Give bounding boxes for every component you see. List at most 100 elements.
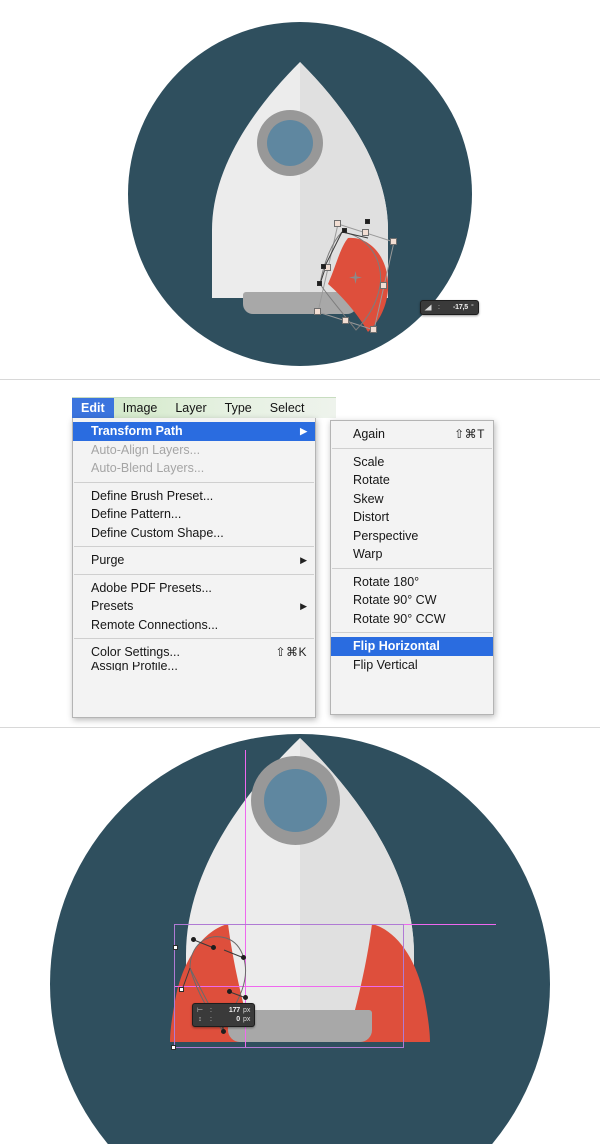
- menu-item-label: Perspective: [353, 528, 419, 543]
- menu-item-remote-connections[interactable]: Remote Connections...: [73, 616, 315, 635]
- transform-handle-t[interactable]: [362, 229, 369, 236]
- edit-dropdown-menu: Transform Path ▶ Auto-Align Layers... Auto-…: [72, 418, 316, 718]
- menu-item-define-brush-preset[interactable]: Define Brush Preset...: [73, 487, 315, 506]
- menu-item-label: Rotate 90° CW: [353, 593, 437, 608]
- menu-item-label: Flip Horizontal: [353, 639, 440, 654]
- delta-y-separator: :: [210, 1016, 212, 1023]
- path-anchor-point[interactable]: [321, 264, 326, 269]
- menu-item-label: Transform Path: [91, 424, 183, 439]
- angle-icon: [424, 304, 432, 311]
- menu-item-label: Define Pattern...: [91, 507, 182, 522]
- menu-item-rotate-90-cw[interactable]: Rotate 90° CW: [331, 591, 493, 610]
- path-anchor-point[interactable]: [173, 945, 178, 950]
- menu-item-label: Distort: [353, 510, 390, 525]
- menu-item-assign-profile[interactable]: Assign Profile...: [73, 662, 315, 671]
- menu-item-label: Skew: [353, 491, 384, 506]
- menu-item-label: Assign Profile...: [91, 661, 178, 671]
- menu-item-label: Auto-Blend Layers...: [91, 461, 205, 476]
- menu-separator: [74, 573, 314, 575]
- panel-rocket-flipped: ⊢ : 177 px ↕ : 0 px: [0, 728, 600, 1144]
- path-anchor-point[interactable]: [211, 945, 216, 950]
- delta-x-icon: ⊢: [196, 1007, 204, 1014]
- path-anchor-point[interactable]: [241, 955, 246, 960]
- menubar-item-label: Layer: [175, 401, 207, 415]
- menubar-item-image[interactable]: Image: [114, 398, 167, 418]
- delta-y-value: 0: [236, 1016, 240, 1023]
- chevron-right-icon: ▶: [300, 600, 307, 611]
- menu-item-again[interactable]: Again ⇧⌘T: [331, 425, 493, 444]
- delta-x-value: 177: [228, 1007, 240, 1014]
- menu-item-label: Again: [353, 427, 385, 442]
- menubar-item-label: Image: [122, 401, 158, 415]
- menu-item-label: Adobe PDF Presets...: [91, 580, 212, 595]
- menu-item-label: Rotate 90° CCW: [353, 611, 446, 626]
- panel-rocket-rotating: : -17,5 °: [0, 0, 600, 380]
- menu-item-label: Remote Connections...: [91, 617, 219, 632]
- path-anchor-point[interactable]: [317, 281, 322, 286]
- menu-item-label: Color Settings...: [91, 645, 180, 660]
- delta-y-icon: ↕: [198, 1016, 202, 1023]
- menu-item-define-custom-shape[interactable]: Define Custom Shape...: [73, 524, 315, 543]
- menu-item-auto-align-layers: Auto-Align Layers...: [73, 441, 315, 460]
- angle-unit: °: [471, 304, 474, 311]
- menu-item-rotate-180[interactable]: Rotate 180°: [331, 573, 493, 592]
- menubar-item-label: Type: [224, 401, 252, 415]
- menu-item-perspective[interactable]: Perspective: [331, 527, 493, 546]
- menu-separator: [74, 638, 314, 639]
- menu-item-label: Auto-Align Layers...: [91, 442, 201, 457]
- menu-item-transform-path[interactable]: Transform Path ▶: [73, 422, 315, 441]
- menu-item-rotate-90-ccw[interactable]: Rotate 90° CCW: [331, 610, 493, 629]
- transform-handle-r[interactable]: [380, 282, 387, 289]
- menu-item-purge[interactable]: Purge ▶: [73, 551, 315, 570]
- menu-item-skew[interactable]: Skew: [331, 490, 493, 509]
- menu-item-label: Presets: [91, 599, 134, 614]
- transform-path-submenu: Again ⇧⌘T Scale Rotate Skew Distort Perspectiv…: [330, 420, 494, 715]
- path-anchor-point[interactable]: [227, 989, 232, 994]
- transform-handle-br[interactable]: [370, 326, 377, 333]
- flipped-path-anchors: [168, 920, 278, 1050]
- delta-tooltip: ⊢ : 177 px ↕ : 0 px: [192, 1003, 256, 1027]
- menu-item-label: Define Custom Shape...: [91, 525, 224, 540]
- path-anchor-point[interactable]: [171, 1045, 176, 1050]
- transform-handle-tl[interactable]: [334, 220, 341, 227]
- menu-item-label: Purge: [91, 553, 125, 568]
- menubar-item-edit[interactable]: Edit: [72, 398, 114, 418]
- menu-item-adobe-pdf-presets[interactable]: Adobe PDF Presets...: [73, 579, 315, 598]
- menubar-item-layer[interactable]: Layer: [166, 398, 215, 418]
- menu-item-rotate[interactable]: Rotate: [331, 471, 493, 490]
- menu-item-label: Define Brush Preset...: [91, 488, 214, 503]
- menu-item-shortcut: ⇧⌘K: [275, 645, 307, 660]
- path-anchor-point[interactable]: [365, 219, 370, 224]
- menu-item-distort[interactable]: Distort: [331, 508, 493, 527]
- angle-value: -17,5: [453, 304, 468, 311]
- menu-separator: [332, 632, 492, 633]
- chevron-right-icon: ▶: [300, 425, 307, 436]
- transform-center-point[interactable]: [349, 271, 362, 284]
- menu-item-flip-horizontal[interactable]: Flip Horizontal: [331, 637, 493, 656]
- rocket-porthole-glass: [264, 769, 327, 832]
- transform-handles: [296, 219, 426, 352]
- menu-item-color-settings[interactable]: Color Settings... ⇧⌘K: [73, 643, 315, 662]
- path-anchor-point[interactable]: [342, 228, 347, 233]
- path-anchor-point[interactable]: [179, 987, 184, 992]
- angle-tooltip: : -17,5 °: [420, 300, 479, 315]
- menu-bar: Edit Image Layer Type Select: [72, 397, 336, 418]
- menu-item-scale[interactable]: Scale: [331, 453, 493, 472]
- menu-item-warp[interactable]: Warp: [331, 545, 493, 564]
- transform-handle-b[interactable]: [342, 317, 349, 324]
- transform-handle-tr[interactable]: [390, 238, 397, 245]
- transform-handle-bl[interactable]: [314, 308, 321, 315]
- menubar-item-label: Edit: [81, 401, 105, 415]
- menu-separator: [74, 481, 314, 483]
- path-anchor-point[interactable]: [243, 995, 248, 1000]
- menu-item-label: Scale: [353, 454, 385, 469]
- menu-item-presets[interactable]: Presets ▶: [73, 597, 315, 616]
- menubar-item-type[interactable]: Type: [216, 398, 261, 418]
- path-anchor-point[interactable]: [191, 937, 196, 942]
- menu-item-auto-blend-layers: Auto-Blend Layers...: [73, 459, 315, 478]
- menubar-item-select[interactable]: Select: [261, 398, 314, 418]
- path-anchor-point[interactable]: [221, 1029, 226, 1034]
- menu-item-label: Warp: [353, 547, 383, 562]
- menu-item-flip-vertical[interactable]: Flip Vertical: [331, 656, 493, 675]
- menu-item-define-pattern[interactable]: Define Pattern...: [73, 505, 315, 524]
